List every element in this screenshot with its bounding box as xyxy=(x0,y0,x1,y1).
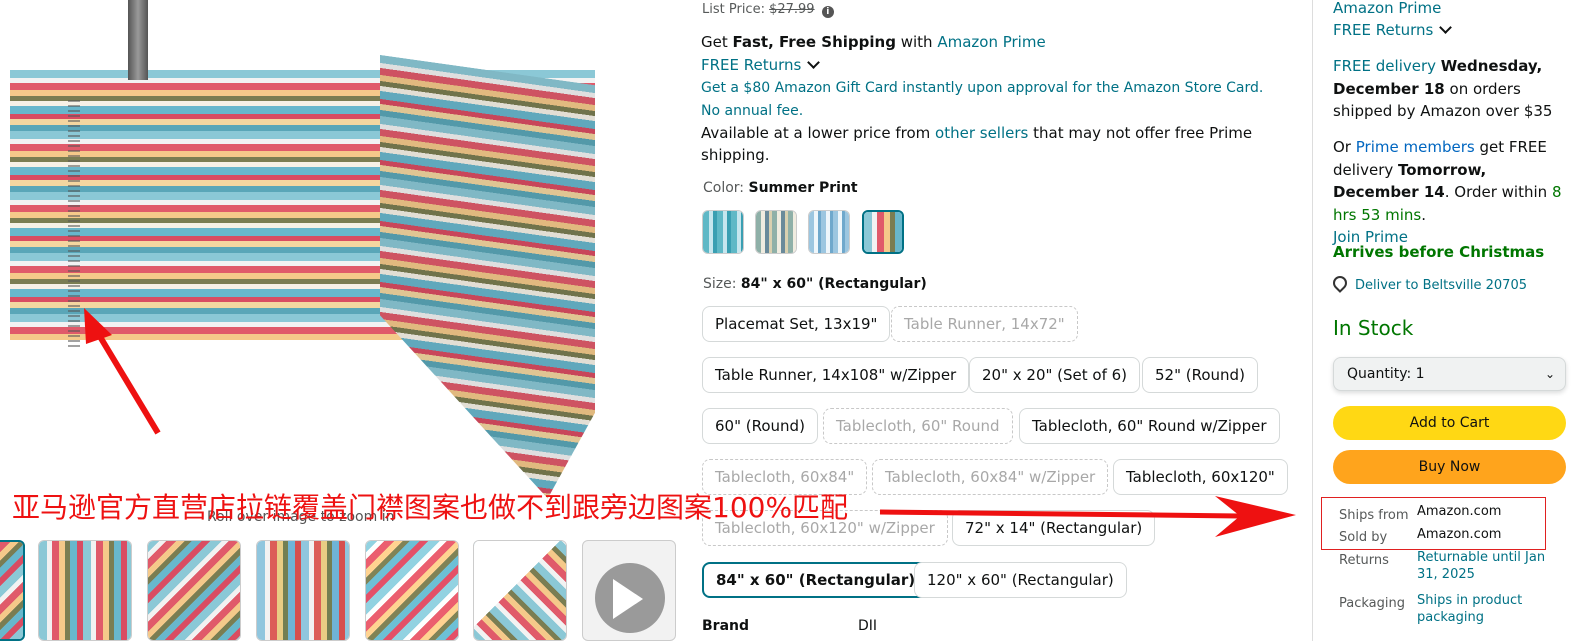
size-selection: Size: 84" x 60" (Rectangular) xyxy=(703,276,927,292)
thumbnail-1[interactable] xyxy=(0,540,25,641)
buy-now-button[interactable]: Buy Now xyxy=(1333,450,1566,484)
info-icon[interactable]: i xyxy=(821,6,834,18)
brand-value: DII xyxy=(858,618,878,634)
shipping-line: Get Fast, Free Shipping with Amazon Prim… xyxy=(701,31,1046,53)
buybox-divider xyxy=(1312,0,1313,641)
shipping-with: with xyxy=(900,33,933,51)
delivery-info: FREE delivery Wednesday, December 18 on … xyxy=(1333,55,1573,123)
free-returns-label: FREE Returns xyxy=(701,56,802,74)
deliver-to-link[interactable]: Deliver to Beltsville 20705 xyxy=(1330,273,1527,293)
ships-from-value: Amazon.com xyxy=(1417,504,1502,519)
chevron-down-icon xyxy=(807,56,821,69)
thumbnail-4[interactable] xyxy=(256,540,350,641)
size-option[interactable]: 120" x 60" (Rectangular) xyxy=(914,562,1127,598)
buybox-free-returns-label: FREE Returns xyxy=(1333,21,1434,39)
returns-label: Returns xyxy=(1339,553,1389,568)
order-within-text: . Order within xyxy=(1444,183,1548,201)
quantity-dropdown[interactable]: Quantity: 1 ⌄ xyxy=(1333,357,1566,391)
umbrella-pole xyxy=(128,0,148,80)
amazon-prime-link[interactable]: Amazon Prime xyxy=(937,33,1045,51)
size-option[interactable]: Tablecloth, 60x84" w/Zipper xyxy=(872,459,1109,495)
shipping-bold: Fast, Free Shipping xyxy=(732,33,896,51)
other-sellers-link[interactable]: other sellers xyxy=(935,124,1028,142)
brand-label: Brand xyxy=(702,618,750,634)
list-price: List Price: $27.99 i xyxy=(702,2,834,18)
annotation-arrowhead-shipsfrom xyxy=(1215,496,1296,537)
lower-price-notice: Available at a lower price from other se… xyxy=(701,122,1261,166)
or-text: Or xyxy=(1333,138,1351,156)
list-price-value: $27.99 xyxy=(769,2,815,17)
size-option[interactable]: Tablecloth, 60" Round xyxy=(823,408,1013,444)
deliver-to-text: Deliver to Beltsville 20705 xyxy=(1355,278,1527,293)
size-option[interactable]: Tablecloth, 60" Round w/Zipper xyxy=(1019,408,1280,444)
buybox-free-returns[interactable]: FREE Returns xyxy=(1333,19,1453,42)
color-swatch-summer-print[interactable] xyxy=(862,210,904,254)
list-price-label: List Price: xyxy=(702,2,765,17)
size-option[interactable]: 52" (Round) xyxy=(1142,357,1258,393)
color-selection: Color: Summer Print xyxy=(703,180,858,196)
thumbnail-6[interactable] xyxy=(473,540,567,641)
size-option[interactable]: 20" x 20" (Set of 6) xyxy=(969,357,1141,393)
size-value: 84" x 60" (Rectangular) xyxy=(740,276,927,292)
video-thumbnail[interactable] xyxy=(582,540,676,641)
size-option[interactable]: Table Runner, 14x108" w/Zipper xyxy=(702,357,970,393)
color-swatch-1[interactable] xyxy=(702,210,744,254)
thumbnail-5[interactable] xyxy=(365,540,459,641)
chevron-down-icon: ⌄ xyxy=(1544,367,1555,381)
returns-policy-link[interactable]: Returnable until Jan 31, 2025 xyxy=(1417,549,1567,583)
color-label: Color: xyxy=(703,180,745,196)
prime-delivery-info: Or Prime members get FREE delivery Tomor… xyxy=(1333,136,1573,249)
packaging-label: Packaging xyxy=(1339,596,1405,611)
lower-price-pre: Available at a lower price from xyxy=(701,124,931,142)
size-option[interactable]: Placemat Set, 13x19" xyxy=(702,306,891,342)
sold-by-label: Sold by xyxy=(1339,530,1388,545)
sold-by-value: Amazon.com xyxy=(1417,527,1502,542)
zipper-seam xyxy=(68,100,80,350)
christmas-badge: Arrives before Christmas xyxy=(1333,243,1545,261)
quantity-value: 1 xyxy=(1415,366,1425,382)
chevron-down-icon xyxy=(1439,21,1453,34)
location-pin-icon xyxy=(1330,273,1350,293)
buybox-prime-link[interactable]: Amazon Prime xyxy=(1333,0,1441,20)
size-option-selected[interactable]: 84" x 60" (Rectangular) xyxy=(702,562,930,598)
size-option[interactable]: Table Runner, 14x72" xyxy=(891,306,1078,342)
thumbnail-3[interactable] xyxy=(147,540,241,641)
thumbnail-2[interactable] xyxy=(38,540,132,641)
color-value: Summer Print xyxy=(748,180,858,196)
gift-card-link[interactable]: Get a $80 Amazon Gift Card instantly upo… xyxy=(701,77,1271,123)
size-option[interactable]: 72" x 14" (Rectangular) xyxy=(952,510,1156,546)
annotation-text: 亚马逊官方直营店拉链覆盖门襟图案也做不到跟旁边图案100%匹配 xyxy=(12,491,849,524)
size-label: Size: xyxy=(703,276,737,292)
ships-from-label: Ships from xyxy=(1339,508,1409,523)
size-option[interactable]: Tablecloth, 60x120" xyxy=(1113,459,1288,495)
add-to-cart-button[interactable]: Add to Cart xyxy=(1333,406,1566,440)
packaging-link[interactable]: Ships in product packaging xyxy=(1417,592,1547,626)
color-swatch-2[interactable] xyxy=(755,210,797,254)
quantity-label: Quantity: xyxy=(1347,366,1412,382)
color-swatch-3[interactable] xyxy=(808,210,850,254)
free-returns-link[interactable]: FREE Returns xyxy=(701,54,821,76)
period: . xyxy=(1421,205,1426,224)
free-delivery-link[interactable]: FREE delivery xyxy=(1333,57,1436,75)
play-icon xyxy=(613,579,643,619)
shipping-prefix: Get xyxy=(701,33,728,51)
size-option[interactable]: 60" (Round) xyxy=(702,408,818,444)
stock-status: In Stock xyxy=(1333,316,1414,340)
prime-members-link[interactable]: Prime members xyxy=(1356,138,1475,156)
